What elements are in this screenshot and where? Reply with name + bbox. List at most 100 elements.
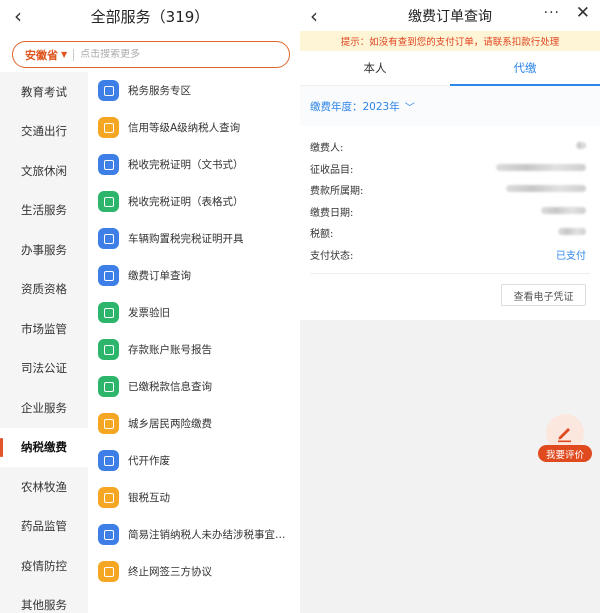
service-label: 税务服务专区 <box>128 85 191 97</box>
payer-tabs: 本人 代缴 <box>300 51 600 86</box>
table-icon <box>98 191 119 212</box>
search-bar[interactable]: 安徽省 ▼ <box>12 41 290 68</box>
service-item[interactable]: 发票验旧 <box>88 294 300 331</box>
cancel-search-icon <box>98 524 119 545</box>
order-field-row: 征收品目: <box>300 158 600 180</box>
service-item[interactable]: 缴费订单查询 <box>88 257 300 294</box>
field-label: 缴费日期: <box>310 207 354 219</box>
left-header: ‹ 全部服务（319） <box>0 0 300 34</box>
agreement-icon <box>98 561 119 582</box>
service-label: 终止网签三方协议 <box>128 566 212 578</box>
invoice-icon <box>98 302 119 323</box>
field-label: 支付状态: <box>310 250 354 262</box>
right-header: ‹ 缴费订单查询 ··· ✕ <box>300 0 600 31</box>
credit-a-icon <box>98 117 119 138</box>
paid-tax-icon <box>98 376 119 397</box>
service-label: 存款账户账号报告 <box>128 344 212 356</box>
service-item[interactable]: 简易注销纳税人未办结涉税事宜… <box>88 516 300 553</box>
divider <box>73 48 75 61</box>
payment-status: 已支付 <box>556 250 586 262</box>
close-icon[interactable]: ✕ <box>576 3 590 23</box>
service-label: 代开作废 <box>128 455 170 467</box>
document-icon <box>98 154 119 175</box>
order-field-row: 费款所属期: <box>300 179 600 201</box>
more-icon[interactable]: ··· <box>544 5 560 21</box>
order-fields: 缴费人: 征收品目: 费款所属期: 缴费日期: 税额: 支付状态: 已支付 <box>300 126 600 265</box>
order-field-row: 缴费日期: <box>300 201 600 223</box>
page-title: 全部服务（319） <box>90 8 210 26</box>
category-item[interactable]: 生活服务 <box>0 191 88 231</box>
order-field-row: 税额: <box>300 222 600 244</box>
service-list: 税务服务专区信用等级A级纳税人查询 税收完税证明（文书式） 税收完税证明（表格式） 车… <box>88 72 300 613</box>
redacted-value <box>390 206 586 217</box>
order-field-row: 支付状态: 已支付 <box>300 244 600 266</box>
service-label: 已缴税款信息查询 <box>128 381 212 393</box>
notice-banner: 提示：如没有查到您的支付订单，请联系扣款行处理 <box>300 31 600 51</box>
category-item[interactable]: 资质资格 <box>0 270 88 310</box>
service-item[interactable]: 税收完税证明（文书式） <box>88 146 300 183</box>
redacted-value <box>390 141 586 152</box>
order-search-icon <box>98 265 119 286</box>
service-item[interactable]: 代开作废 <box>88 442 300 479</box>
category-item[interactable]: 农林牧渔 <box>0 467 88 507</box>
service-item[interactable]: 银税互动 <box>88 479 300 516</box>
service-label: 税收完税证明（文书式） <box>128 159 244 171</box>
year-label: 缴费年度：2023年 <box>310 100 400 113</box>
service-label: 发票验旧 <box>128 307 170 319</box>
order-field-row: 缴费人: <box>300 136 600 158</box>
service-item[interactable]: 终止网签三方协议 <box>88 553 300 590</box>
order-query-panel: ‹ 缴费订单查询 ··· ✕ 提示：如没有查到您的支付订单，请联系扣款行处理 本… <box>300 0 600 613</box>
rate-button[interactable]: 我要评价 <box>538 414 592 468</box>
car-icon <box>98 228 119 249</box>
category-item[interactable]: 司法公证 <box>0 349 88 389</box>
tax-hall-icon <box>98 80 119 101</box>
service-item[interactable]: 税务服务专区 <box>88 72 300 109</box>
redacted-value <box>390 184 586 195</box>
category-item[interactable]: 教育考试 <box>0 72 88 112</box>
rate-label: 我要评价 <box>538 445 592 462</box>
category-item[interactable]: 企业服务 <box>0 388 88 428</box>
service-item[interactable]: 车辆购置税完税证明开具 <box>88 220 300 257</box>
service-item[interactable]: 税收完税证明（表格式） <box>88 183 300 220</box>
category-item[interactable]: 其他服务 <box>0 586 88 613</box>
insurance-icon <box>98 413 119 434</box>
void-icon <box>98 450 119 471</box>
service-item[interactable]: 已缴税款信息查询 <box>88 368 300 405</box>
search-input[interactable] <box>80 49 231 60</box>
view-voucher-button[interactable]: 查看电子凭证 <box>501 284 586 306</box>
all-services-panel: ‹ 全部服务（319） 安徽省 ▼ 教育考试交通出行文旅休闲生活服务办事服务资质… <box>0 0 300 613</box>
service-item[interactable]: 城乡居民两险缴费 <box>88 405 300 442</box>
redacted-value <box>390 227 586 238</box>
redacted-value <box>390 163 586 174</box>
service-label: 简易注销纳税人未办结涉税事宜… <box>128 529 286 541</box>
service-label: 城乡居民两险缴费 <box>128 418 212 430</box>
category-sidebar: 教育考试 交通出行 文旅休闲 生活服务 办事服务 资质资格 市场监管 司法公证 企业服务 纳税缴费… <box>0 72 88 613</box>
category-item[interactable]: 交通出行 <box>0 112 88 152</box>
field-label: 税额: <box>310 229 334 241</box>
tab-0[interactable]: 本人 <box>300 51 450 85</box>
category-item[interactable]: 文旅休闲 <box>0 151 88 191</box>
province-selector[interactable]: 安徽省 <box>25 47 58 63</box>
service-label: 信用等级A级纳税人查询 <box>128 122 241 134</box>
yen-icon <box>98 339 119 360</box>
year-selector[interactable]: 缴费年度：2023年 ﹀ <box>300 86 600 126</box>
service-item[interactable]: 信用等级A级纳税人查询 <box>88 109 300 146</box>
tab-1[interactable]: 代缴 <box>450 51 600 86</box>
bank-tax-icon <box>98 487 119 508</box>
category-item[interactable]: 市场监管 <box>0 309 88 349</box>
divider <box>310 273 590 274</box>
category-item[interactable]: 办事服务 <box>0 230 88 270</box>
field-label: 征收品目: <box>310 164 354 176</box>
service-label: 缴费订单查询 <box>128 270 191 282</box>
service-label: 税收完税证明（表格式） <box>128 196 244 208</box>
category-item[interactable]: 药品监管 <box>0 507 88 547</box>
caret-down-icon[interactable]: ▼ <box>61 50 67 59</box>
service-label: 车辆购置税完税证明开具 <box>128 233 244 245</box>
field-label: 缴费人: <box>310 143 344 155</box>
service-item[interactable]: 存款账户账号报告 <box>88 331 300 368</box>
category-item[interactable]: 疫情防控 <box>0 546 88 586</box>
field-label: 费款所属期: <box>310 186 364 198</box>
service-label: 银税互动 <box>128 492 170 504</box>
chevron-down-icon: ﹀ <box>404 102 415 114</box>
category-item[interactable]: 纳税缴费 <box>0 427 88 467</box>
